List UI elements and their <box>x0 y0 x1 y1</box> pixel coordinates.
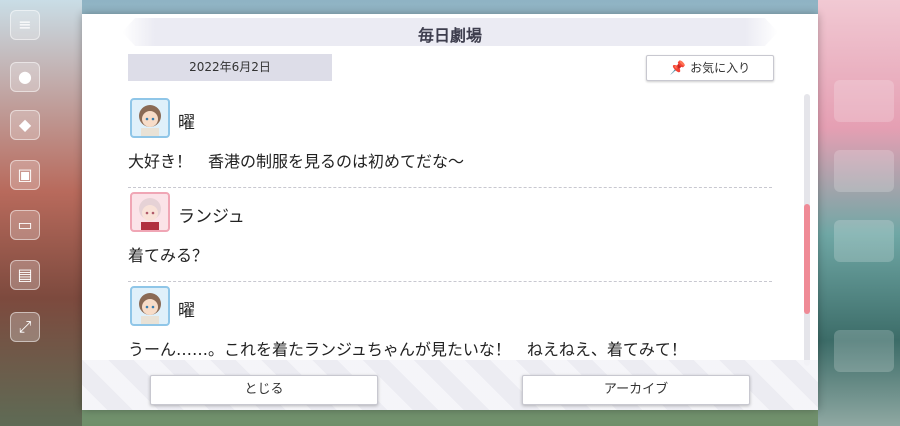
speaker-name: ランジュ <box>178 207 245 227</box>
dialogue-list[interactable]: 曜 大好き！ 香港の制服を見るのは初めてだな～ ランジュ 着てみる？ 曜 うーん… <box>128 94 772 384</box>
close-button[interactable]: とじる <box>150 375 378 405</box>
dialogue-text: 大好き！ 香港の制服を見るのは初めてだな～ <box>128 152 465 171</box>
title-bar: 毎日劇場 <box>122 18 778 46</box>
favorite-label: お気に入り <box>690 61 751 75</box>
gift-icon[interactable]: ▣ <box>10 160 40 190</box>
bag-icon[interactable]: ◆ <box>10 110 40 140</box>
avatar-you <box>130 98 170 138</box>
screen-icon[interactable]: ▭ <box>10 210 40 240</box>
background-right <box>818 0 900 426</box>
list-item: ランジュ 着てみる？ <box>128 188 772 282</box>
fullscreen-icon[interactable]: ⤢ <box>10 312 40 342</box>
check-deco-icon <box>834 330 894 372</box>
favorite-button[interactable]: 📌 お気に入り <box>646 55 774 81</box>
scrollbar-thumb[interactable] <box>804 204 810 314</box>
menu-icon[interactable]: ≡ <box>10 10 40 40</box>
date-label: 2022年6月2日 <box>128 54 332 81</box>
shoe-deco-icon <box>834 220 894 262</box>
dialogue-text: 着てみる？ <box>128 246 209 265</box>
pin-icon: 📌 <box>669 61 687 76</box>
heart-deco-icon <box>834 80 894 122</box>
scrollbar[interactable] <box>804 94 810 366</box>
dialog-title: 毎日劇場 <box>417 26 482 45</box>
avatar-lanzhu <box>130 192 170 232</box>
avatar-you <box>130 286 170 326</box>
speaker-name: 曜 <box>178 113 195 133</box>
list-item: 曜 大好き！ 香港の制服を見るのは初めてだな～ <box>128 94 772 188</box>
speaker-name: 曜 <box>178 301 195 321</box>
daily-theater-dialog: 毎日劇場 2022年6月2日 📌 お気に入り 曜 大好き！ 香港の制服を見るのは初… <box>82 14 818 410</box>
dialogue-text: うーん……。これを着たランジュちゃんが見たいな！ ねえねえ、着てみて！ <box>128 340 687 359</box>
shop-icon[interactable]: ▤ <box>10 260 40 290</box>
archive-button[interactable]: アーカイブ <box>522 375 750 405</box>
background-left: ≡ ● ◆ ▣ ▭ ▤ ⤢ <box>0 0 82 426</box>
card-deco-icon <box>834 150 894 192</box>
chat-icon[interactable]: ● <box>10 62 40 92</box>
